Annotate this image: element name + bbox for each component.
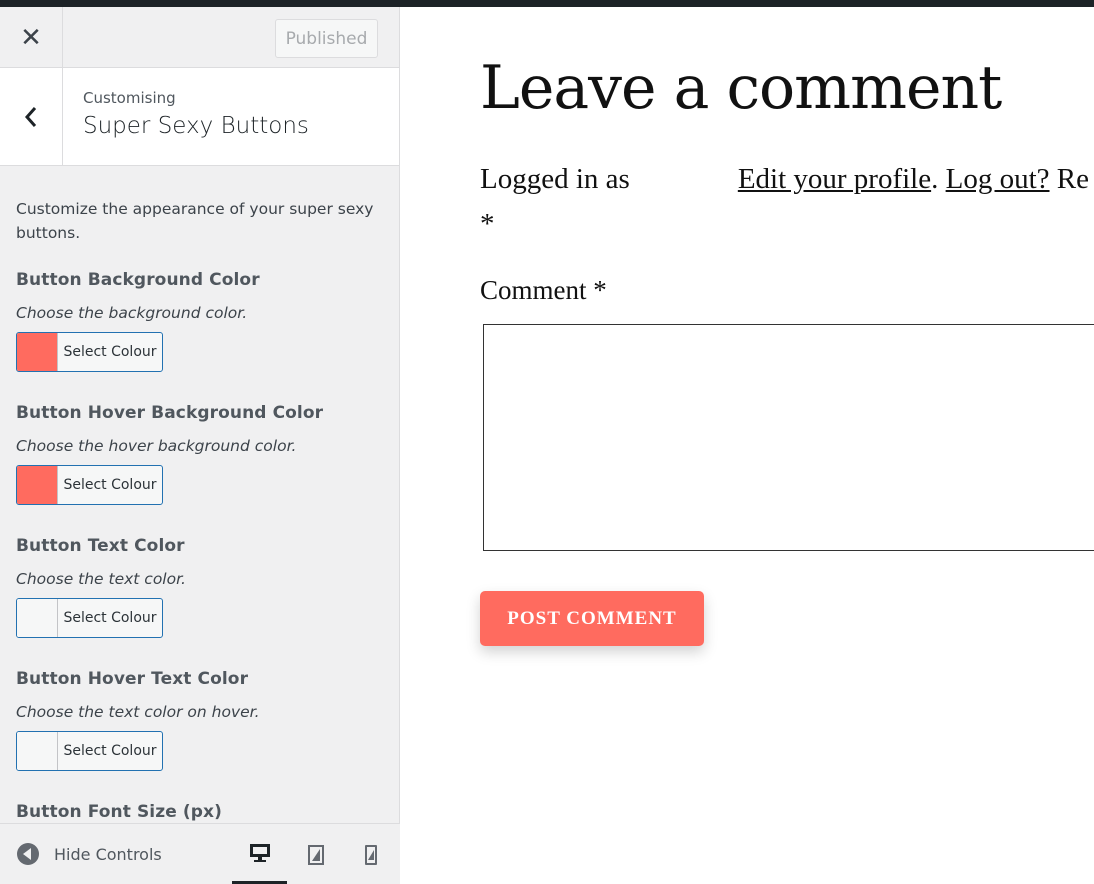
control-button-text-color: Button Text Color Choose the text color.… [16, 536, 186, 638]
control-title: Button Hover Text Color [16, 669, 249, 689]
comment-label: Comment * [480, 275, 607, 305]
control-title: Button Text Color [16, 536, 185, 556]
separator: . [931, 163, 939, 195]
panel-footer: Hide Controls [0, 823, 400, 884]
edit-profile-link[interactable]: Edit your profile [738, 163, 931, 195]
control-button-hover-bg-color: Button Hover Background Color Choose the… [16, 403, 323, 505]
color-swatch [17, 466, 58, 504]
select-colour-button[interactable]: Select Colour [16, 598, 163, 638]
desktop-icon [249, 843, 270, 862]
select-colour-label: Select Colour [63, 610, 157, 626]
top-dark-bar [0, 0, 1094, 7]
hide-controls-label: Hide Controls [54, 844, 162, 864]
hide-controls-button[interactable]: Hide Controls [17, 843, 162, 865]
publish-button[interactable]: Published [275, 19, 378, 58]
close-icon: ✕ [20, 21, 42, 52]
control-description: Choose the text color on hover. [16, 703, 260, 721]
color-swatch [17, 599, 58, 637]
post-comment-button[interactable]: POST COMMENT [480, 591, 704, 646]
breadcrumb: Customising [83, 89, 176, 107]
preview-mobile-button[interactable] [343, 824, 398, 884]
mobile-icon [364, 844, 377, 865]
color-swatch [17, 333, 58, 371]
logged-in-line: Logged in as Edit your profile. Log out? … [480, 163, 1089, 196]
control-button-bg-color: Button Background Color Choose the backg… [16, 270, 260, 372]
select-colour-button[interactable]: Select Colour [16, 332, 163, 372]
trailing-text: Re [1056, 163, 1089, 195]
close-button[interactable]: ✕ [0, 7, 63, 67]
preview-desktop-button[interactable] [232, 824, 287, 884]
select-colour-button[interactable]: Select Colour [16, 731, 163, 771]
control-description: Choose the hover background color. [16, 437, 297, 455]
comment-section-title: Leave a comment [480, 53, 1002, 123]
control-description: Choose the text color. [16, 570, 186, 588]
section-title-bar: Customising Super Sexy Buttons [0, 68, 399, 166]
preview-tablet-button[interactable] [288, 824, 343, 884]
control-title: Button Background Color [16, 270, 260, 290]
section-description: Customize the appearance of your super s… [16, 200, 374, 242]
log-out-link[interactable]: Log out? [946, 163, 1050, 195]
customizer-panel: ✕ Published Customising Super Sexy Butto… [0, 7, 400, 884]
select-colour-label: Select Colour [63, 743, 157, 759]
controls-list: Customize the appearance of your super s… [0, 197, 399, 245]
collapse-arrow-icon [17, 843, 39, 865]
select-colour-label: Select Colour [63, 344, 157, 360]
logged-in-prefix: Logged in as [480, 163, 630, 195]
site-preview: Leave a comment Logged in as Edit your pr… [400, 7, 1094, 884]
tablet-icon [307, 844, 324, 865]
control-title: Button Hover Background Color [16, 403, 324, 423]
comment-textarea[interactable] [483, 324, 1094, 551]
control-title: Button Font Size (px) [16, 802, 222, 822]
control-description: Choose the background color. [16, 304, 248, 322]
panel-header: ✕ Published [0, 7, 399, 68]
back-button[interactable] [0, 68, 63, 166]
control-button-hover-text-color: Button Hover Text Color Choose the text … [16, 669, 260, 771]
control-button-font-size: Button Font Size (px) [16, 802, 222, 822]
chevron-left-icon [24, 107, 37, 127]
select-colour-label: Select Colour [63, 477, 157, 493]
select-colour-button[interactable]: Select Colour [16, 465, 163, 505]
section-heading: Super Sexy Buttons [83, 113, 309, 139]
required-star: * [480, 208, 495, 240]
color-swatch [17, 732, 58, 770]
